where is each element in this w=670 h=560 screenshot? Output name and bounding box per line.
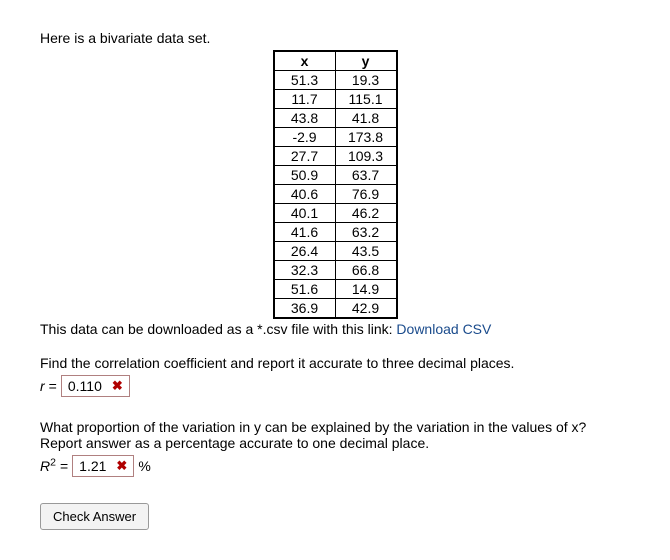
table-row: 40.146.2 — [274, 204, 397, 223]
incorrect-icon: ✖ — [112, 378, 123, 394]
cell-x: 36.9 — [274, 299, 336, 319]
cell-y: 14.9 — [335, 280, 397, 299]
cell-y: 66.8 — [335, 261, 397, 280]
table-row: 43.841.8 — [274, 109, 397, 128]
cell-y: 46.2 — [335, 204, 397, 223]
cell-y: 41.8 — [335, 109, 397, 128]
cell-x: 51.3 — [274, 71, 336, 90]
table-row: 11.7115.1 — [274, 90, 397, 109]
table-row: 51.319.3 — [274, 71, 397, 90]
cell-x: 50.9 — [274, 166, 336, 185]
cell-x: 43.8 — [274, 109, 336, 128]
cell-x: 26.4 — [274, 242, 336, 261]
download-csv-link[interactable]: Download CSV — [396, 321, 491, 337]
answer-1-value: 0.110 — [68, 378, 102, 394]
question-1-text: Find the correlation coefficient and rep… — [40, 355, 630, 371]
equals-1: = — [49, 378, 57, 394]
table-row: 32.366.8 — [274, 261, 397, 280]
cell-x: 40.1 — [274, 204, 336, 223]
answer-2-value: 1.21 — [79, 458, 106, 474]
cell-y: 63.2 — [335, 223, 397, 242]
percent-unit: % — [138, 458, 150, 474]
cell-y: 19.3 — [335, 71, 397, 90]
r-variable: r — [40, 378, 45, 394]
cell-y: 63.7 — [335, 166, 397, 185]
cell-x: -2.9 — [274, 128, 336, 147]
r2-variable: R2 — [40, 458, 56, 474]
cell-y: 42.9 — [335, 299, 397, 319]
table-row: -2.9173.8 — [274, 128, 397, 147]
equals-2: = — [60, 458, 68, 474]
table-row: 40.676.9 — [274, 185, 397, 204]
cell-y: 173.8 — [335, 128, 397, 147]
data-table: x y 51.319.311.7115.143.841.8-2.9173.827… — [273, 50, 398, 319]
incorrect-icon: ✖ — [116, 458, 127, 474]
col-header-x: x — [274, 51, 336, 71]
table-row: 51.614.9 — [274, 280, 397, 299]
cell-y: 43.5 — [335, 242, 397, 261]
table-row: 36.942.9 — [274, 299, 397, 319]
cell-y: 76.9 — [335, 185, 397, 204]
col-header-y: y — [335, 51, 397, 71]
table-row: 26.443.5 — [274, 242, 397, 261]
table-row: 50.963.7 — [274, 166, 397, 185]
question-2-text: What proportion of the variation in y ca… — [40, 419, 630, 451]
cell-x: 51.6 — [274, 280, 336, 299]
table-row: 27.7109.3 — [274, 147, 397, 166]
cell-x: 32.3 — [274, 261, 336, 280]
download-line: This data can be downloaded as a *.csv f… — [40, 321, 630, 337]
cell-y: 115.1 — [335, 90, 397, 109]
cell-x: 11.7 — [274, 90, 336, 109]
cell-y: 109.3 — [335, 147, 397, 166]
intro-text: Here is a bivariate data set. — [40, 30, 630, 46]
cell-x: 41.6 — [274, 223, 336, 242]
cell-x: 27.7 — [274, 147, 336, 166]
check-answer-button[interactable]: Check Answer — [40, 503, 149, 530]
answer-2-row: R2 = 1.21 ✖ % — [40, 455, 630, 477]
table-row: 41.663.2 — [274, 223, 397, 242]
answer-1-input[interactable]: 0.110 ✖ — [61, 375, 130, 397]
download-text: This data can be downloaded as a *.csv f… — [40, 321, 396, 337]
cell-x: 40.6 — [274, 185, 336, 204]
answer-2-input[interactable]: 1.21 ✖ — [72, 455, 134, 477]
answer-1-row: r = 0.110 ✖ — [40, 375, 630, 397]
